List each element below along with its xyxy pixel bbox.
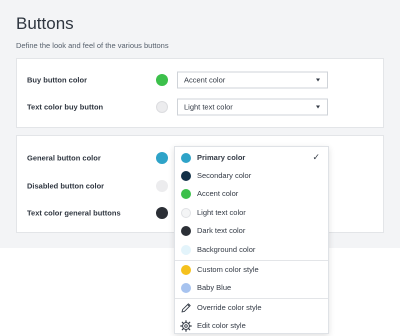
text-color-buy-button-row: Text color buy button Light text color bbox=[17, 97, 383, 117]
pencil-icon bbox=[181, 303, 191, 313]
dropdown-item-primary-color[interactable]: Primary color ✓ bbox=[175, 149, 328, 167]
color-style-dropdown: Primary color ✓ Secondary color Accent c… bbox=[174, 146, 329, 334]
dropdown-item-dark-text-color[interactable]: Dark text color bbox=[175, 222, 328, 240]
buy-button-color-value: Accent color bbox=[184, 75, 226, 85]
accent-color-swatch bbox=[181, 189, 191, 199]
page-subtitle: Define the look and feel of the various … bbox=[16, 41, 169, 50]
background-color-swatch bbox=[181, 245, 191, 255]
text-color-general-buttons-label: Text color general buttons bbox=[27, 208, 121, 218]
baby-blue-swatch bbox=[181, 283, 191, 293]
text-color-buy-button-swatch[interactable] bbox=[156, 101, 168, 113]
dark-text-color-swatch bbox=[181, 226, 191, 236]
dropdown-item-label: Override color style bbox=[197, 303, 262, 312]
general-button-color-label: General button color bbox=[27, 153, 101, 163]
dropdown-item-secondary-color[interactable]: Secondary color bbox=[175, 167, 328, 185]
buy-button-settings-card: Buy button color Accent color Text color… bbox=[16, 58, 384, 128]
dropdown-item-label: Primary color bbox=[197, 153, 246, 162]
chevron-down-icon bbox=[316, 78, 320, 82]
page-title: Buttons bbox=[16, 14, 74, 33]
text-color-general-buttons-swatch[interactable] bbox=[156, 207, 168, 219]
checkmark-icon: ✓ bbox=[312, 152, 320, 162]
dropdown-item-edit-color-style[interactable]: Edit color style bbox=[175, 317, 328, 335]
dropdown-item-baby-blue[interactable]: Baby Blue bbox=[175, 279, 328, 297]
dropdown-item-label: Dark text color bbox=[197, 226, 246, 235]
buy-button-color-label: Buy button color bbox=[27, 75, 87, 85]
text-color-buy-button-select[interactable]: Light text color bbox=[177, 98, 328, 116]
dropdown-item-label: Baby Blue bbox=[197, 283, 232, 292]
dropdown-item-accent-color[interactable]: Accent color bbox=[175, 185, 328, 203]
dropdown-item-light-text-color[interactable]: Light text color bbox=[175, 204, 328, 222]
dropdown-item-background-color[interactable]: Background color bbox=[175, 241, 328, 259]
custom-color-style-swatch bbox=[181, 265, 191, 275]
chevron-down-icon bbox=[316, 105, 320, 109]
dropdown-item-label: Secondary color bbox=[197, 171, 252, 180]
light-text-color-swatch bbox=[181, 208, 191, 218]
dropdown-item-custom-color-style[interactable]: Custom color style bbox=[175, 261, 328, 279]
buy-button-color-swatch[interactable] bbox=[156, 74, 168, 86]
disabled-button-color-label: Disabled button color bbox=[27, 181, 105, 191]
buy-button-color-select[interactable]: Accent color bbox=[177, 71, 328, 89]
dropdown-item-label: Custom color style bbox=[197, 265, 259, 274]
text-color-buy-button-value: Light text color bbox=[184, 102, 233, 112]
dropdown-item-label: Accent color bbox=[197, 189, 239, 198]
general-button-color-swatch[interactable] bbox=[156, 152, 168, 164]
dropdown-item-label: Light text color bbox=[197, 208, 246, 217]
gear-icon bbox=[180, 320, 192, 332]
secondary-color-swatch bbox=[181, 171, 191, 181]
disabled-button-color-swatch[interactable] bbox=[156, 180, 168, 192]
buy-button-color-row: Buy button color Accent color bbox=[17, 70, 383, 90]
dropdown-item-label: Edit color style bbox=[197, 321, 246, 330]
text-color-buy-button-label: Text color buy button bbox=[27, 102, 104, 112]
primary-color-swatch bbox=[181, 153, 191, 163]
dropdown-item-override-color-style[interactable]: Override color style bbox=[175, 299, 328, 317]
dropdown-item-label: Background color bbox=[197, 245, 256, 254]
